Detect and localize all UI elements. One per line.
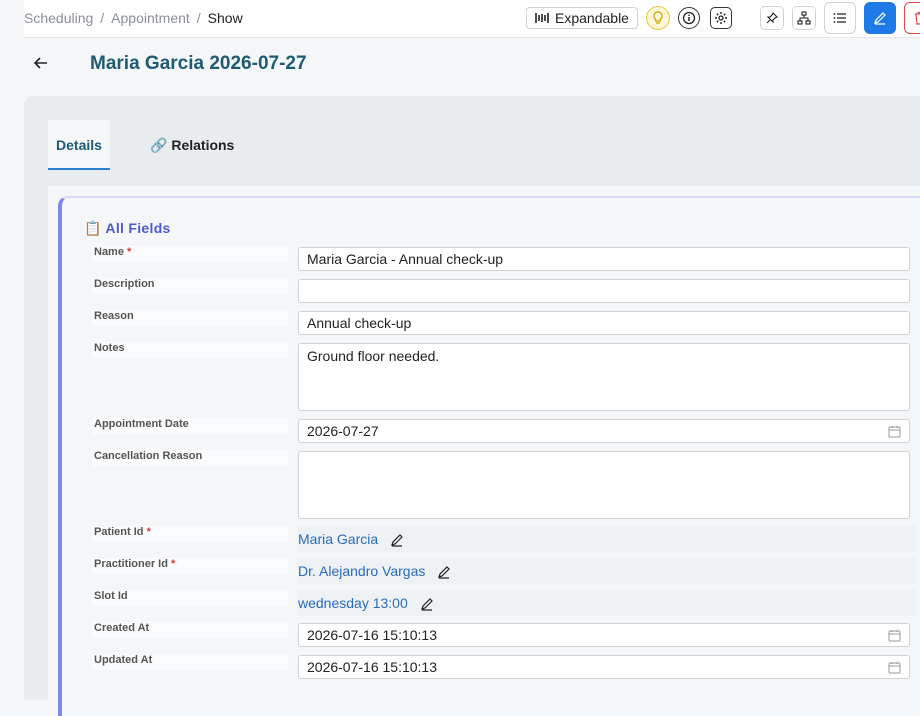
breadcrumb: Scheduling / Appointment / Show: [24, 10, 243, 26]
pencil-icon[interactable]: [437, 565, 451, 579]
created-at-value: 2026-07-16 15:10:13: [307, 627, 437, 643]
patient-link[interactable]: Maria Garcia: [298, 531, 378, 547]
reason-label: Reason: [92, 310, 288, 326]
notes-field[interactable]: Ground floor needed.: [298, 343, 910, 411]
all-fields-section: 📋 All Fields Name * Maria Garcia - Annua…: [58, 196, 920, 716]
expand-icon: [535, 13, 549, 23]
breadcrumb-appointment[interactable]: Appointment: [111, 10, 190, 26]
pencil-icon[interactable]: [390, 533, 404, 547]
info-icon: [682, 11, 696, 25]
expandable-toggle-button[interactable]: Expandable: [526, 7, 638, 29]
slot-id-reference: wednesday 13:00: [298, 590, 916, 616]
tab-details[interactable]: Details: [48, 120, 110, 170]
settings-button[interactable]: [710, 7, 732, 29]
practitioner-id-label-text: Practitioner Id: [94, 558, 168, 570]
patient-id-label-text: Patient Id: [94, 526, 144, 538]
tab-relations-label: Relations: [171, 137, 235, 153]
patient-id-reference: Maria Garcia: [298, 526, 916, 552]
appointment-date-field[interactable]: 2026-07-27: [298, 419, 910, 443]
calendar-icon[interactable]: [888, 661, 901, 674]
created-at-field[interactable]: 2026-07-16 15:10:13: [298, 623, 910, 647]
breadcrumb-current: Show: [207, 10, 243, 26]
list-view-button[interactable]: [824, 2, 856, 34]
pencil-icon: [874, 12, 886, 25]
page-title: Maria Garcia 2026-07-27: [90, 53, 307, 74]
practitioner-id-reference: Dr. Alejandro Vargas: [298, 558, 916, 584]
sitemap-icon: [797, 11, 811, 25]
updated-at-field[interactable]: 2026-07-16 15:10:13: [298, 655, 910, 679]
expandable-label: Expandable: [555, 10, 629, 26]
practitioner-id-label: Practitioner Id *: [92, 558, 288, 574]
calendar-icon[interactable]: [888, 425, 901, 438]
updated-at-value: 2026-07-16 15:10:13: [307, 659, 437, 675]
left-gutter: [0, 0, 24, 700]
pin-button[interactable]: [760, 6, 784, 30]
hierarchy-button[interactable]: [792, 6, 816, 30]
cancellation-reason-label: Cancellation Reason: [92, 450, 288, 466]
calendar-icon[interactable]: [888, 629, 901, 642]
delete-button[interactable]: [904, 2, 920, 34]
breadcrumb-separator: /: [100, 10, 105, 26]
clipboard-icon: 📋: [84, 220, 102, 236]
breadcrumb-separator: /: [196, 10, 201, 26]
list-icon: [833, 13, 846, 23]
notes-label: Notes: [92, 342, 288, 358]
name-field[interactable]: Maria Garcia - Annual check-up: [298, 247, 910, 271]
slot-id-label: Slot Id: [92, 590, 288, 606]
description-field[interactable]: [298, 279, 910, 303]
patient-id-label: Patient Id *: [92, 526, 288, 542]
top-toolbar: Scheduling / Appointment / Show Expandable: [24, 0, 920, 38]
tab-relations[interactable]: 🔗 Relations: [150, 120, 234, 168]
tips-button[interactable]: [646, 6, 670, 30]
practitioner-link[interactable]: Dr. Alejandro Vargas: [298, 563, 425, 579]
updated-at-label: Updated At: [92, 654, 288, 670]
description-label: Description: [92, 278, 288, 294]
cancellation-reason-field[interactable]: [298, 451, 910, 519]
info-button[interactable]: [678, 7, 700, 29]
pin-icon: [766, 12, 778, 24]
appointment-date-label: Appointment Date: [92, 418, 288, 434]
appointment-date-value: 2026-07-27: [307, 423, 379, 439]
details-card: 📋 All Fields Name * Maria Garcia - Annua…: [48, 186, 920, 716]
breadcrumb-scheduling[interactable]: Scheduling: [24, 10, 93, 26]
required-marker: *: [171, 558, 176, 570]
section-title-text: All Fields: [105, 220, 171, 236]
pencil-icon[interactable]: [420, 597, 434, 611]
name-label: Name *: [92, 246, 288, 262]
trash-icon: [915, 11, 920, 25]
edit-button[interactable]: [864, 2, 896, 34]
back-arrow-icon[interactable]: [32, 54, 50, 72]
required-marker: *: [127, 246, 132, 258]
name-label-text: Name: [94, 246, 124, 258]
gear-icon: [715, 12, 727, 24]
main-panel: Details 🔗 Relations 📋 All Fields Name * …: [24, 96, 920, 716]
section-title: 📋 All Fields: [84, 220, 171, 237]
reason-field[interactable]: Annual check-up: [298, 311, 910, 335]
created-at-label: Created At: [92, 622, 288, 638]
slot-link[interactable]: wednesday 13:00: [298, 595, 408, 611]
lightbulb-icon: [653, 11, 663, 24]
required-marker: *: [146, 526, 151, 538]
link-icon: 🔗: [150, 137, 168, 153]
